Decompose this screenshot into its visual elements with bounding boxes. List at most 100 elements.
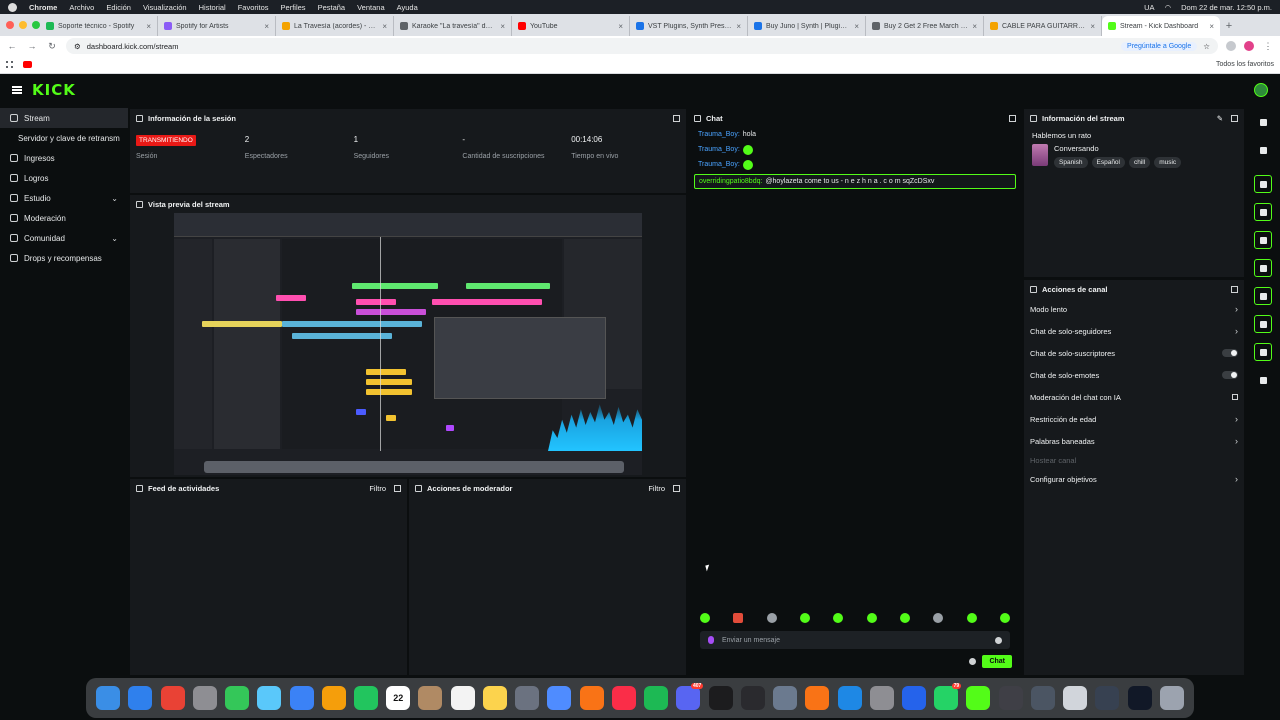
user-avatar[interactable] <box>1254 83 1268 97</box>
chat-message[interactable]: Trauma_Boy: <box>688 157 1022 172</box>
emote-icon[interactable] <box>766 613 777 623</box>
app-icon[interactable] <box>1127 686 1152 710</box>
photos-icon[interactable] <box>321 686 346 710</box>
emote-icon[interactable] <box>999 613 1010 623</box>
browser-tab[interactable]: La Travesía (acordes) - Juan × <box>276 16 394 36</box>
emote-icon[interactable] <box>933 613 944 623</box>
menu-favoritos[interactable]: Favoritos <box>238 3 269 12</box>
expand-icon[interactable] <box>673 114 680 122</box>
chat-settings-icon[interactable] <box>969 658 976 665</box>
tab-close-icon[interactable]: × <box>736 22 741 31</box>
finder-icon[interactable] <box>96 686 121 710</box>
assistant-icon[interactable] <box>547 686 572 710</box>
sidebar-item-estudio[interactable]: Estudio ⌄ <box>0 188 128 208</box>
burp-icon[interactable] <box>579 686 604 710</box>
subscribers-only-toggle[interactable] <box>1222 349 1238 357</box>
browser-tab[interactable]: Buy 2 Get 2 Free March 202 × <box>866 16 984 36</box>
expand-icon[interactable] <box>673 484 680 492</box>
expand-icon[interactable] <box>1231 114 1238 122</box>
trash-icon[interactable] <box>1159 686 1184 710</box>
apps-grid-icon[interactable] <box>6 61 13 68</box>
chat-message-input[interactable]: Enviar un mensaje <box>700 631 1010 649</box>
tab-close-icon[interactable]: × <box>618 22 623 31</box>
hammer-icon[interactable] <box>1254 343 1272 361</box>
users-icon[interactable] <box>1254 371 1272 389</box>
reload-icon[interactable]: ↻ <box>46 41 58 52</box>
browser-tab[interactable]: Karaoke "La travesía" de Ju × <box>394 16 512 36</box>
all-bookmarks-link[interactable]: Todos los favoritos <box>1216 61 1274 68</box>
url-text[interactable]: dashboard.kick.com/stream <box>87 42 179 51</box>
site-info-icon[interactable]: ⚙ <box>74 42 81 51</box>
sidebar-item-server-key[interactable]: Servidor y clave de retransm <box>0 128 128 148</box>
menu-hamburger-icon[interactable] <box>12 86 22 94</box>
browser-tab[interactable]: Buy Juno | Synth | Plugin Bo × <box>748 16 866 36</box>
language-indicator[interactable]: UA <box>1144 3 1154 12</box>
tab-close-icon[interactable]: × <box>500 22 505 31</box>
discord-icon[interactable]: 407 <box>676 683 704 710</box>
sidebar-item-moderacion[interactable]: Moderación <box>0 208 128 228</box>
calculator-icon[interactable] <box>515 686 540 710</box>
kick-icon[interactable] <box>966 686 991 710</box>
address-bar[interactable]: ⚙ dashboard.kick.com/stream Pregúntale a… <box>66 38 1218 54</box>
chat-message[interactable]: Trauma_Boy: <box>688 142 1022 157</box>
sidebar-item-stream[interactable]: Stream <box>0 108 128 128</box>
broadcast-icon[interactable] <box>1254 287 1272 305</box>
chat-username[interactable]: Trauma_Boy: <box>698 131 740 138</box>
profile-avatar[interactable] <box>1244 41 1254 51</box>
emote-icon[interactable] <box>733 613 744 623</box>
layers-icon[interactable] <box>1254 315 1272 333</box>
spotify-icon[interactable] <box>644 686 669 710</box>
browser-tab[interactable]: YouTube × <box>512 16 630 36</box>
chat-message-highlighted[interactable]: overridingpatio8bdq: @hoylazeta come to u… <box>694 174 1016 189</box>
chrome-menu-icon[interactable]: ⋮ <box>1262 41 1274 52</box>
emote-icon[interactable] <box>899 613 910 623</box>
menu-edicion[interactable]: Edición <box>106 3 131 12</box>
emote-icon[interactable] <box>966 613 977 623</box>
bookmark-star-icon[interactable]: ☆ <box>1203 42 1210 51</box>
action-slow-mode[interactable]: Modo lento › <box>1024 298 1244 320</box>
whatsapp-icon[interactable]: 79 <box>934 683 962 710</box>
menu-ventana[interactable]: Ventana <box>357 3 385 12</box>
maps-icon[interactable] <box>257 686 282 710</box>
youtube-bookmark-icon[interactable] <box>23 61 32 68</box>
menu-visualizacion[interactable]: Visualización <box>143 3 187 12</box>
app-icon[interactable] <box>708 686 733 710</box>
browser-tab-active[interactable]: Stream - Kick Dashboard × <box>1102 16 1220 36</box>
calendar-icon[interactable]: 22 <box>386 686 411 710</box>
apple-icon[interactable] <box>8 2 17 12</box>
chat-username[interactable]: Trauma_Boy: <box>698 161 740 168</box>
menu-ayuda[interactable]: Ayuda <box>397 3 418 12</box>
clock[interactable]: Dom 22 de mar. 12:50 p.m. <box>1181 3 1272 12</box>
document-icon[interactable] <box>1254 231 1272 249</box>
facetime-icon[interactable] <box>353 686 378 710</box>
folder-icon[interactable] <box>1063 686 1088 710</box>
fender-icon[interactable] <box>740 686 765 710</box>
filter-button[interactable]: Filtro <box>369 484 386 493</box>
lightning-icon[interactable] <box>1254 203 1272 221</box>
browser-tab[interactable]: Spotify for Artists × <box>158 16 276 36</box>
chrome-icon[interactable] <box>160 686 185 710</box>
emotes-only-toggle[interactable] <box>1222 371 1238 379</box>
sidebar-item-drops[interactable]: Drops y recompensas <box>0 248 128 268</box>
contacts-icon[interactable] <box>418 686 443 710</box>
edit-pencil-icon[interactable]: ✎ <box>1217 114 1223 123</box>
wifi-icon[interactable]: ◠ <box>1165 3 1172 12</box>
app-icon[interactable] <box>1095 686 1120 710</box>
fl-studio-icon[interactable] <box>805 686 830 710</box>
camera-icon[interactable] <box>1254 175 1272 193</box>
filter-button[interactable]: Filtro <box>648 484 665 493</box>
action-configure-goals[interactable]: Configurar objetivos › <box>1024 468 1244 490</box>
emote-icon[interactable] <box>799 613 810 623</box>
system-settings-icon[interactable] <box>869 686 894 710</box>
browser-tab[interactable]: VST Plugins, Synth Presets, × <box>630 16 748 36</box>
browser-tab[interactable]: Soporte técnico - Spotify × <box>40 16 158 36</box>
chat-send-button[interactable]: Chat <box>982 655 1012 668</box>
extension-icon[interactable] <box>1226 41 1236 51</box>
app-icon[interactable] <box>901 686 926 710</box>
minimize-window-icon[interactable] <box>19 21 27 29</box>
tab-close-icon[interactable]: × <box>264 22 269 31</box>
chat-input-placeholder[interactable]: Enviar un mensaje <box>722 637 780 644</box>
action-ai-moderation[interactable]: Moderación del chat con IA <box>1024 386 1244 408</box>
notes-icon[interactable] <box>482 686 507 710</box>
chat-username[interactable]: overridingpatio8bdq: <box>699 178 762 185</box>
